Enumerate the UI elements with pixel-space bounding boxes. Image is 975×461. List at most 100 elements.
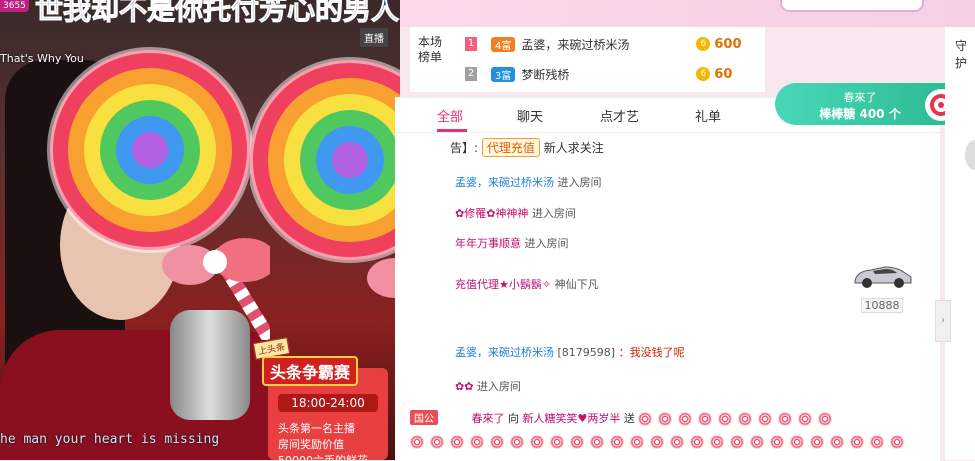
tab-chat[interactable]: 聊天 bbox=[517, 106, 543, 125]
chat-message: 充值代理★小鬍鬍✧ 神仙下凡 bbox=[455, 276, 599, 292]
top-header-pill[interactable] bbox=[780, 0, 924, 12]
chat-user-name[interactable]: ✿修罹✿神神神 bbox=[455, 207, 528, 220]
lollipop-icon bbox=[750, 434, 764, 449]
room-notice: 告】: 代理充值 新人求关注 bbox=[450, 138, 604, 157]
chat-message: ✿修罹✿神神神 进入房间 bbox=[455, 205, 576, 221]
notice-text: 新人求关注 bbox=[543, 141, 604, 155]
coin-icon: 6 bbox=[696, 67, 711, 81]
live-video[interactable]: 3655 世我却不是你托付芳心的男人 That's Why You 直播 he … bbox=[0, 0, 400, 460]
rank-value: 600 bbox=[714, 36, 742, 52]
chat-message: 年年万事顺意 进入房间 bbox=[455, 235, 569, 251]
gift-to: 向 bbox=[508, 412, 519, 425]
gift-receiver[interactable]: 新人糖笑笑♥两岁半 bbox=[523, 412, 621, 425]
lollipop-icon bbox=[810, 434, 824, 449]
gift-action: 送 bbox=[623, 412, 635, 425]
lollipop-icon bbox=[738, 412, 753, 426]
tab-gift-list[interactable]: 礼单 bbox=[695, 106, 721, 125]
lollipop-icon bbox=[890, 434, 904, 449]
chat-user-name[interactable]: ✿✿ bbox=[455, 380, 473, 393]
chat-message: 孟婆，来碗过桥米汤 进入房间 bbox=[455, 174, 602, 190]
lollipop-icon bbox=[690, 434, 704, 449]
chat-message-text: 进入房间 bbox=[531, 207, 576, 220]
lollipop-icon bbox=[718, 412, 733, 426]
gift-lollipop-row bbox=[410, 434, 930, 449]
lollipop-icon bbox=[590, 434, 604, 449]
rank-value: 60 bbox=[714, 66, 733, 82]
lollipop-icon bbox=[630, 434, 644, 449]
promo-title: 头条争霸赛 bbox=[262, 356, 359, 386]
gift-popup[interactable]: 春來了 棒棒糖 400 个 bbox=[775, 83, 965, 125]
active-tab-indicator bbox=[437, 129, 467, 132]
rank-row[interactable]: 1 4富 孟婆，来碗过桥米汤 6 600 bbox=[465, 34, 742, 54]
rank-label: 本场榜单 bbox=[418, 35, 443, 64]
expand-arrow-icon[interactable]: › bbox=[935, 300, 951, 342]
headline-battle-promo[interactable]: 上头条 头条争霸赛 18:00-24:00 头条第一名主播 房间奖励价值 500… bbox=[252, 337, 388, 460]
coin-icon: 6 bbox=[696, 37, 711, 51]
lollipop-icon bbox=[638, 412, 653, 426]
chat-user-name[interactable]: 年年万事顺意 bbox=[455, 237, 521, 250]
right-sidebar bbox=[945, 27, 975, 460]
lollipop-icon bbox=[530, 434, 544, 449]
lollipop-icon bbox=[678, 412, 693, 426]
lollipop-icon bbox=[430, 434, 444, 449]
session-rank-board: 本场榜单 1 4富 孟婆，来碗过桥米汤 6 600 2 3富 梦断残桥 6 60 bbox=[410, 27, 765, 92]
car-icon bbox=[854, 266, 912, 288]
lollipop-icon bbox=[470, 434, 484, 449]
gift-message: 国公 春來了 向 新人糖笑笑♥两岁半 送 bbox=[410, 410, 930, 426]
tab-all[interactable]: 全部 bbox=[437, 106, 463, 125]
promo-time: 18:00-24:00 bbox=[278, 394, 378, 412]
notice-tag[interactable]: 代理充值 bbox=[481, 138, 540, 157]
live-badge: 直播 bbox=[360, 28, 388, 47]
lollipop-overlay-1 bbox=[47, 47, 270, 340]
lollipop-icon bbox=[450, 434, 464, 449]
promo-line: 50000六币的鲜花 bbox=[278, 452, 368, 460]
lollipop-icon bbox=[730, 434, 744, 449]
rank-user-name[interactable]: 梦断残桥 bbox=[521, 66, 696, 83]
lollipop-icon bbox=[770, 434, 784, 449]
lollipop-icon bbox=[778, 412, 793, 426]
guard-title: 守护 bbox=[955, 39, 968, 70]
lollipop-icon bbox=[510, 434, 524, 449]
promo-line: 房间奖励价值 bbox=[278, 438, 344, 451]
chat-user-name[interactable]: 孟婆，来碗过桥米汤 bbox=[455, 176, 554, 189]
lollipop-icon bbox=[550, 434, 564, 449]
chat-user-name[interactable]: 充值代理★小鬍鬍✧ bbox=[455, 278, 551, 291]
gift-popup-count: 棒棒糖 400 个 bbox=[819, 107, 901, 121]
lollipop-icon bbox=[830, 434, 844, 449]
chat-message-text: 进入房间 bbox=[476, 380, 521, 393]
noble-badge: 国公 bbox=[410, 410, 438, 425]
rank-number: 2 bbox=[465, 67, 477, 81]
car-count: 10888 bbox=[861, 298, 903, 313]
chat-panel: 全部 聊天 点才艺 礼单 告】: 代理充值 新人求关注 孟婆，来碗过桥米汤 进入… bbox=[395, 97, 940, 461]
lollipop-icon bbox=[670, 434, 684, 449]
lollipop-icon bbox=[570, 434, 584, 449]
lollipop-icon bbox=[698, 412, 713, 426]
video-banner-title: 世我却不是你托付芳心的男人 bbox=[34, 0, 400, 27]
gift-sender[interactable]: 春來了 bbox=[472, 412, 505, 425]
wealth-level-badge: 3富 bbox=[491, 66, 516, 82]
chat-message-text: ：我没钱了呢 bbox=[618, 346, 685, 359]
chat-user-id: [8179598] bbox=[557, 346, 616, 359]
chat-message: 孟婆，来碗过桥米汤 [8179598] ：我没钱了呢 bbox=[455, 344, 685, 360]
rank-row[interactable]: 2 3富 梦断残桥 6 60 bbox=[465, 64, 732, 84]
wealth-level-badge: 4富 bbox=[491, 36, 516, 52]
chat-message-text: 神仙下凡 bbox=[554, 278, 599, 291]
room-number: 3655 bbox=[0, 0, 29, 12]
lollipop-icon bbox=[790, 434, 804, 449]
lollipop-icon bbox=[410, 434, 424, 449]
promo-line: 头条第一名主播 bbox=[278, 422, 355, 435]
lollipop-icon bbox=[870, 434, 884, 449]
chat-message-text: 进入房间 bbox=[557, 176, 602, 189]
lollipop-icon bbox=[658, 412, 673, 426]
tab-request-talent[interactable]: 点才艺 bbox=[600, 106, 639, 125]
lollipop-icon bbox=[818, 412, 833, 426]
lollipop-icon bbox=[710, 434, 724, 449]
lollipop-icon bbox=[490, 434, 504, 449]
chat-user-name[interactable]: 孟婆，来碗过桥米汤 bbox=[455, 346, 554, 359]
video-subtitle: he man your heart is missing bbox=[0, 432, 220, 447]
lollipop-icon bbox=[758, 412, 773, 426]
lollipop-overlay-2 bbox=[250, 57, 400, 298]
chat-message-text: 进入房间 bbox=[524, 237, 569, 250]
rank-user-name[interactable]: 孟婆，来碗过桥米汤 bbox=[521, 36, 696, 53]
gift-popup-sender: 春來了 bbox=[843, 91, 877, 104]
